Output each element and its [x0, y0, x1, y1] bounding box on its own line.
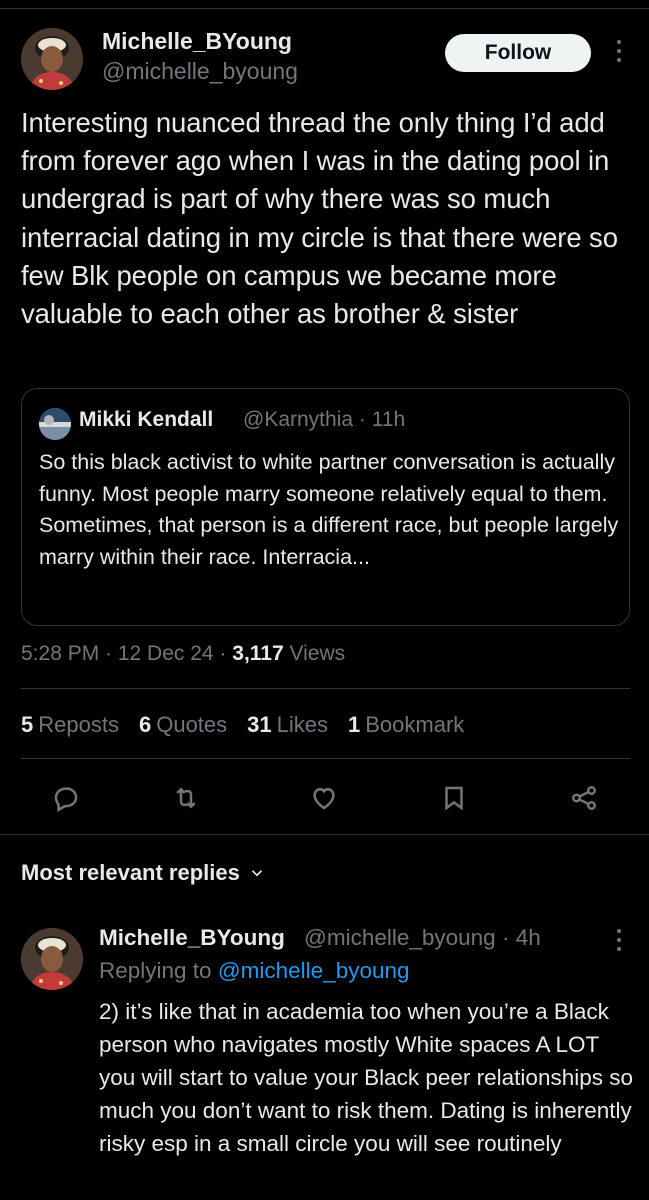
reposts-stat[interactable]: 5 Reposts [21, 712, 119, 738]
tweet-time[interactable]: 5:28 PM · 12 Dec 24 · [21, 642, 232, 665]
reply-author-name[interactable]: Michelle_BYoung [99, 925, 285, 951]
stats-divider-top [21, 688, 630, 689]
tweet-text: Interesting nuanced thread the only thin… [21, 107, 618, 330]
like-icon[interactable] [306, 780, 342, 816]
replies-sort-label: Most relevant replies [21, 860, 240, 885]
reply-author-handle[interactable]: @michelle_byoung · 4h [304, 925, 541, 951]
likes-stat[interactable]: 31 Likes [247, 712, 328, 738]
chevron-down-icon [251, 870, 262, 877]
avatar-image [21, 28, 83, 90]
replying-to: Replying to @michelle_byoung [99, 958, 410, 983]
reply-icon[interactable] [48, 780, 84, 816]
bookmark-icon[interactable] [436, 780, 472, 816]
quote-author-avatar [39, 408, 71, 440]
views-label: Views [283, 642, 346, 665]
quoted-tweet[interactable]: Mikki Kendall @Karnythia · 11h So this b… [21, 388, 630, 626]
author-handle[interactable]: @michelle_byoung [102, 58, 298, 85]
author-name[interactable]: Michelle_BYoung [102, 28, 292, 55]
quote-author-handle: @Karnythia · 11h [243, 408, 406, 431]
replying-to-link[interactable]: @michelle_byoung [218, 958, 410, 983]
quote-author-name: Mikki Kendall [79, 408, 214, 431]
more-options-icon[interactable] [612, 40, 626, 68]
reply-text: 2) it’s like that in academia too when y… [99, 999, 634, 1156]
follow-button[interactable]: Follow [445, 34, 591, 72]
top-divider [0, 8, 649, 9]
stats-divider-bottom [21, 758, 630, 759]
reply-more-options-icon[interactable] [612, 929, 626, 957]
avatar-image [21, 928, 83, 990]
bookmarks-stat[interactable]: 1 Bookmark [348, 712, 464, 738]
quote-text: So this black activist to white partner … [39, 450, 619, 569]
share-icon[interactable] [566, 780, 602, 816]
repost-icon[interactable] [168, 780, 204, 816]
replies-sort-dropdown[interactable]: Most relevant replies [21, 860, 266, 886]
tweet-stats: 5 Reposts 6 Quotes 31 Likes 1 Bookmark [21, 712, 464, 738]
section-divider [0, 834, 649, 835]
author-avatar[interactable] [21, 28, 83, 90]
quotes-stat[interactable]: 6 Quotes [139, 712, 227, 738]
tweet-meta: 5:28 PM · 12 Dec 24 · 3,117 Views [21, 642, 345, 666]
views-count: 3,117 [232, 642, 284, 665]
action-bar [0, 780, 649, 820]
reply-author-avatar[interactable] [21, 928, 83, 990]
